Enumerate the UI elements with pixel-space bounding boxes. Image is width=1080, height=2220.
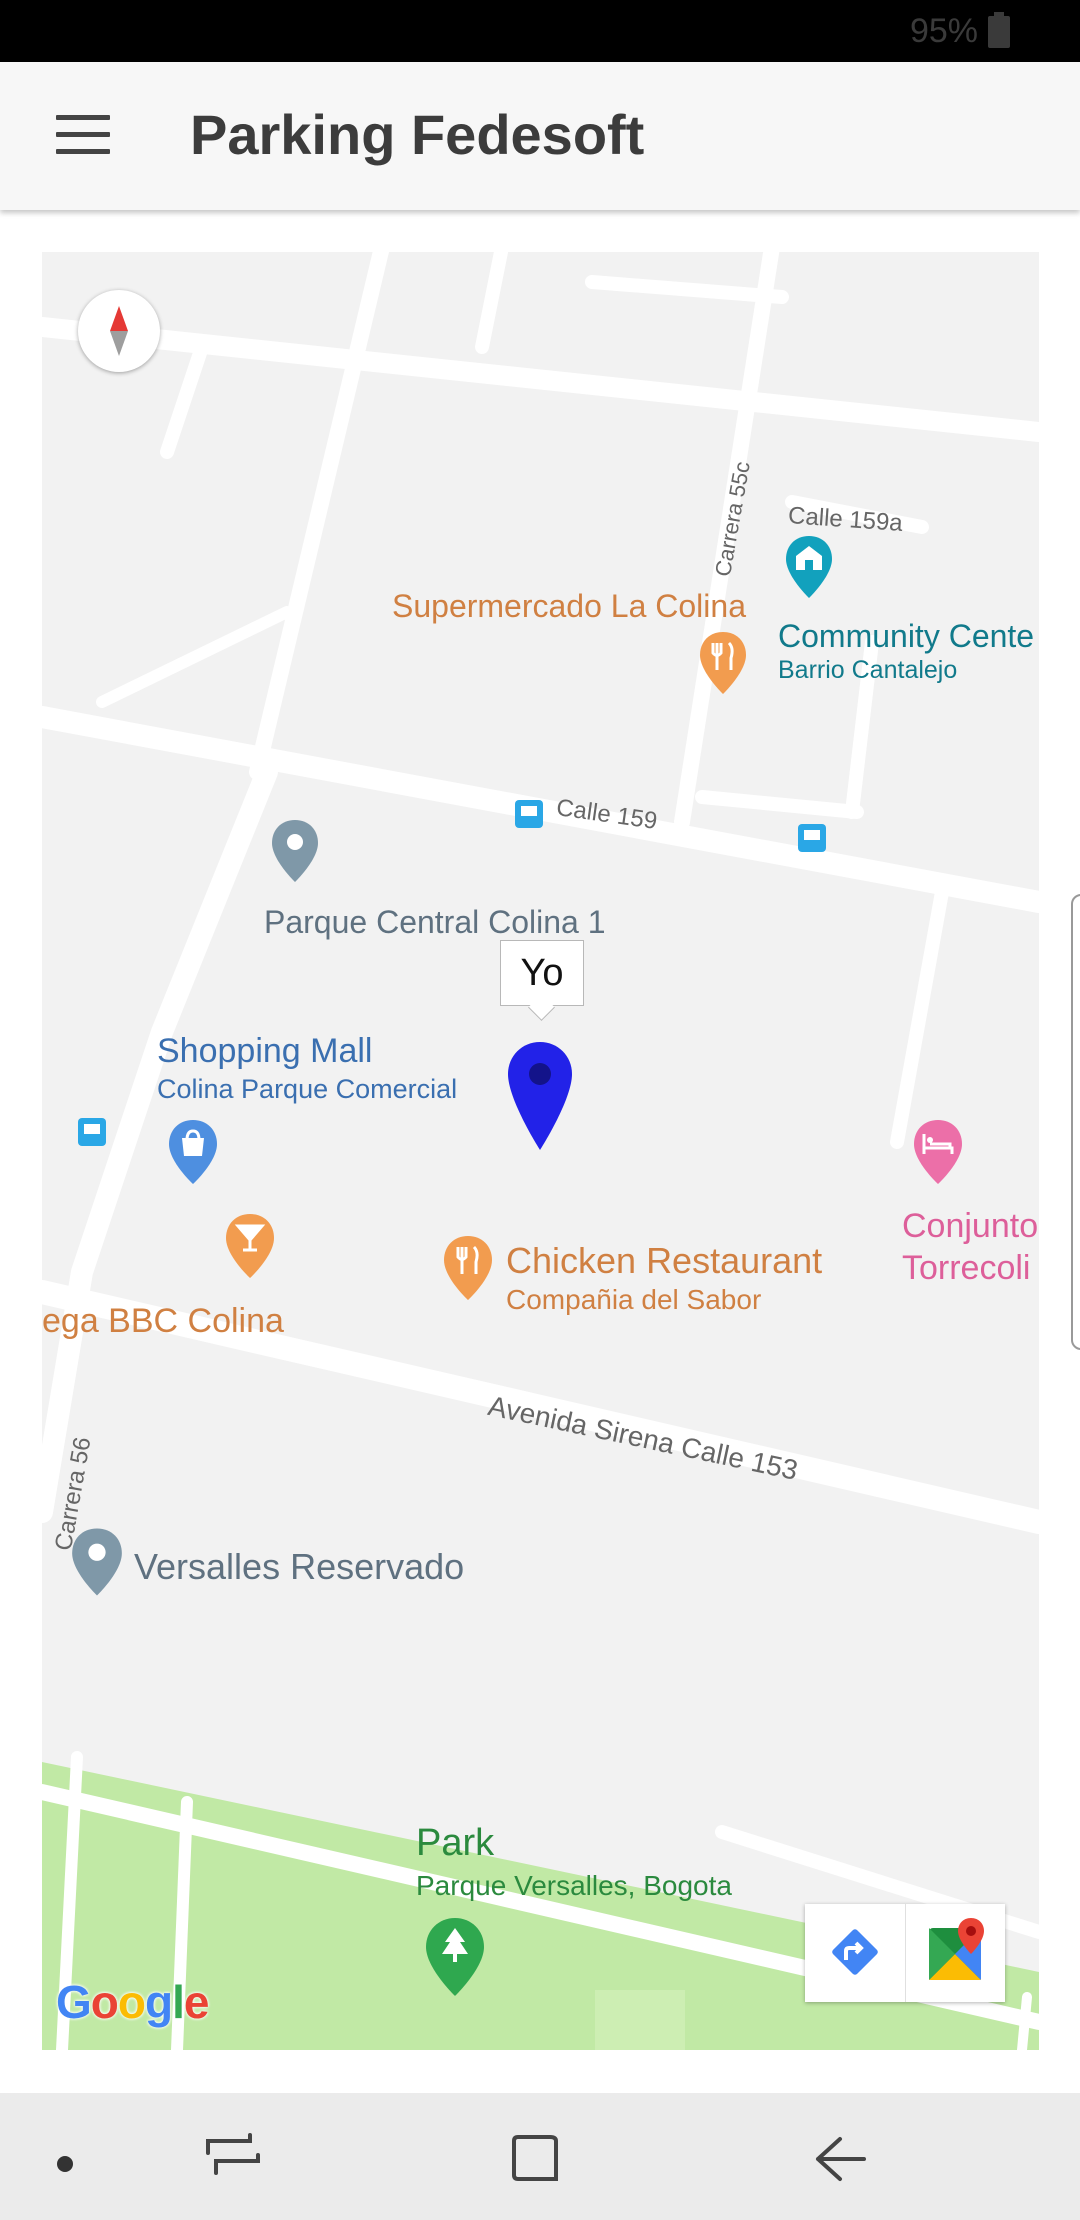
side-drawer-handle[interactable]: [1071, 894, 1080, 1350]
place-label-chicken-restaurant[interactable]: Chicken Restaurant: [506, 1240, 822, 1282]
map-view[interactable]: Calle 159a Carrera 55c Calle 159 Avenida…: [42, 252, 1039, 2050]
place-label-bar[interactable]: ega BBC Colina: [42, 1302, 284, 1341]
battery-icon: [988, 12, 1010, 48]
place-label-hotel-line2: Torrecoli: [902, 1249, 1031, 1287]
user-location-marker-icon[interactable]: [506, 1040, 574, 1152]
place-label-community-center[interactable]: Community Cente: [778, 618, 1034, 655]
compass-button[interactable]: [78, 290, 160, 372]
place-pin-icon[interactable]: [70, 1526, 124, 1598]
place-sublabel-community-center: Barrio Cantalejo: [778, 656, 958, 684]
shopping-bag-pin-icon[interactable]: [167, 1118, 219, 1186]
compass-icon: [110, 306, 128, 356]
system-nav-bar: [0, 2093, 1080, 2220]
bar-pin-icon[interactable]: [224, 1212, 276, 1280]
place-sublabel-park: Parque Versalles, Bogota: [416, 1870, 732, 1901]
app-bar: Parking Fedesoft: [0, 62, 1080, 210]
dot-icon[interactable]: [57, 2156, 73, 2172]
park-pin-icon[interactable]: [424, 1916, 486, 1998]
status-bar: 95%: [0, 0, 1080, 62]
place-pin-icon[interactable]: [270, 818, 320, 884]
hamburger-menu-icon[interactable]: [56, 115, 110, 155]
user-location-callout: Yo: [500, 940, 584, 1006]
back-icon[interactable]: [812, 2135, 868, 2183]
google-logo: Google: [56, 1976, 209, 2028]
place-label-park[interactable]: Park: [416, 1822, 494, 1865]
place-sublabel-chicken-restaurant: Compañia del Sabor: [506, 1284, 762, 1315]
map-toolbar: [805, 1904, 1005, 2002]
bus-stop-icon[interactable]: [78, 1118, 106, 1146]
directions-icon: [832, 1929, 878, 1975]
battery-percentage: 95%: [909, 12, 978, 50]
restaurant-pin-icon[interactable]: [698, 630, 748, 696]
place-sublabel-shopping-mall: Colina Parque Comercial: [157, 1074, 458, 1104]
directions-button[interactable]: [805, 1904, 906, 2002]
bus-stop-icon[interactable]: [515, 800, 543, 828]
recent-apps-icon[interactable]: [206, 2133, 260, 2181]
bus-stop-icon[interactable]: [798, 824, 826, 852]
page-title: Parking Fedesoft: [190, 103, 645, 166]
place-label-shopping-mall[interactable]: Shopping Mall: [157, 1032, 372, 1071]
hotel-pin-icon[interactable]: [912, 1118, 964, 1186]
home-icon[interactable]: [510, 2133, 562, 2185]
place-label-parque-central[interactable]: Parque Central Colina 1: [264, 904, 606, 941]
community-center-pin-icon[interactable]: [784, 534, 834, 600]
place-label-supermarket[interactable]: Supermercado La Colina: [392, 588, 746, 625]
open-in-maps-button[interactable]: [905, 1904, 1005, 2002]
google-maps-icon: [929, 1918, 984, 1980]
restaurant-pin-icon[interactable]: [442, 1234, 494, 1302]
place-label-versalles[interactable]: Versalles Reservado: [134, 1546, 464, 1588]
place-label-hotel[interactable]: Conjunto: [902, 1207, 1038, 1246]
